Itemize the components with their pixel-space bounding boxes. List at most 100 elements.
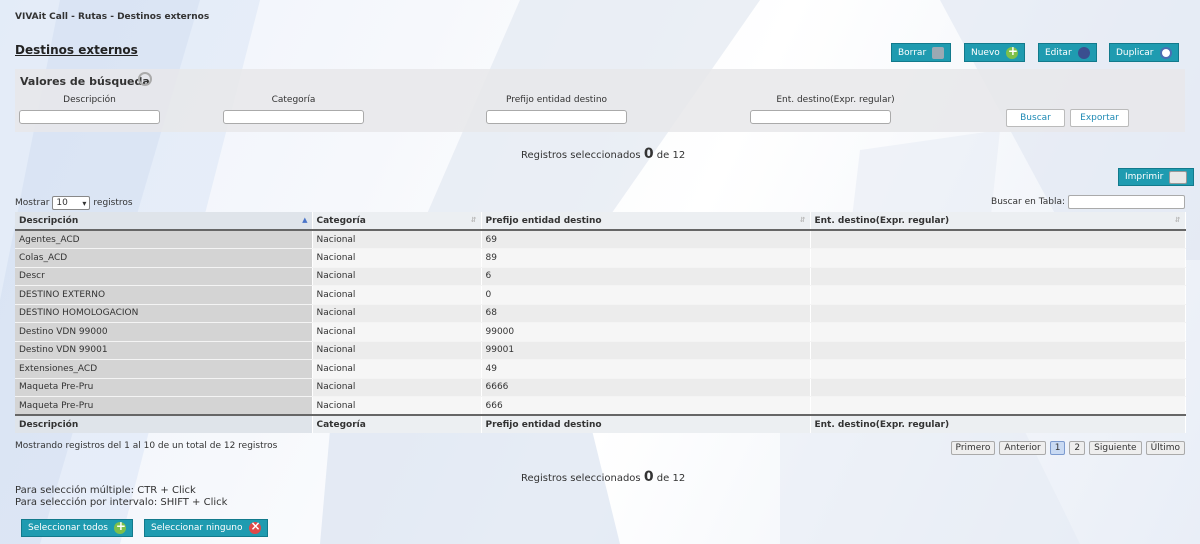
cell-prefix: 6666 [481, 378, 811, 397]
selection-prefix: Registros seleccionados [521, 150, 641, 161]
cell-category: Nacional [312, 285, 482, 305]
sort-icon: ⇵ [1174, 215, 1181, 224]
duplicate-button[interactable]: Duplicar [1109, 43, 1179, 62]
table-row[interactable]: DESTINO HOMOLOGACION Nacional 68 [15, 304, 1186, 323]
table-search: Buscar en Tabla: [991, 195, 1185, 209]
selection-of: de [656, 150, 670, 161]
select-all-button[interactable]: Seleccionar todos [21, 519, 133, 537]
selection-count: 0 [643, 146, 654, 162]
cell-regex [810, 341, 1186, 360]
delete-button-label: Borrar [898, 47, 927, 58]
footer-header-description: Descripción [15, 415, 313, 433]
cell-prefix: 0 [481, 285, 811, 305]
printer-icon [1169, 170, 1188, 184]
table-search-label: Buscar en Tabla: [991, 197, 1065, 207]
search-panel-title: Valores de búsqueda [20, 75, 150, 88]
column-header-category[interactable]: Categoría ⇵ [312, 212, 482, 230]
cell-description: Maqueta Pre-Pru [15, 378, 313, 397]
table-row[interactable]: Extensiones_ACD Nacional 49 [15, 359, 1186, 379]
page-size-select[interactable]: 10 ▾ [52, 196, 91, 210]
sort-icon: ⇵ [799, 215, 806, 224]
table-row[interactable]: Maqueta Pre-Pru Nacional 6666 [15, 378, 1186, 397]
regex-input[interactable] [750, 110, 891, 124]
search-panel: Valores de búsqueda Descripción Categorí… [15, 69, 1185, 132]
export-button[interactable]: Exportar [1070, 109, 1129, 127]
pager-next-button[interactable]: Siguiente [1089, 441, 1142, 455]
results-table: Descripción ▲ Categoría ⇵ Prefijo entidad … [15, 212, 1186, 433]
selection-counter-bottom: Registros seleccionados 0 de 12 [521, 469, 685, 485]
new-button-label: Nuevo [971, 47, 1000, 58]
table-row[interactable]: Maqueta Pre-Pru Nacional 666 [15, 396, 1186, 416]
pager-page-2[interactable]: 2 [1069, 441, 1086, 455]
page-title: Destinos externos [15, 43, 138, 57]
prefix-input[interactable] [486, 110, 627, 124]
edit-button[interactable]: Editar [1038, 43, 1097, 62]
table-row[interactable]: DESTINO EXTERNO Nacional 0 [15, 285, 1186, 305]
category-label: Categoría [271, 95, 316, 105]
table-search-input[interactable] [1068, 195, 1185, 209]
cell-prefix: 68 [481, 304, 811, 323]
cell-regex [810, 396, 1186, 416]
cell-category: Nacional [312, 322, 482, 342]
page-size-value: 10 [56, 198, 68, 208]
cell-description: Destino VDN 99000 [15, 322, 313, 342]
pager-prev-button[interactable]: Anterior [999, 441, 1046, 455]
delete-button[interactable]: Borrar [891, 43, 952, 62]
print-button[interactable]: Imprimir [1118, 168, 1195, 186]
cell-description: Maqueta Pre-Pru [15, 396, 313, 416]
description-input[interactable] [19, 110, 160, 124]
cell-description: Colas_ACD [15, 248, 313, 268]
cell-regex [810, 359, 1186, 379]
cell-description: DESTINO EXTERNO [15, 285, 313, 305]
column-header-regex[interactable]: Ent. destino(Expr. regular) ⇵ [810, 212, 1186, 230]
cell-description: Descr [15, 267, 313, 286]
table-row[interactable]: Destino VDN 99001 Nacional 99001 [15, 341, 1186, 360]
cell-category: Nacional [312, 267, 482, 286]
pager-last-button[interactable]: Último [1145, 441, 1185, 455]
help-interval-select: Para selección por intervalo: SHIFT + Cl… [15, 497, 228, 508]
cell-description: Agentes_ACD [15, 230, 313, 249]
cell-category: Nacional [312, 304, 482, 323]
cell-prefix: 49 [481, 359, 811, 379]
description-label: Descripción [63, 95, 116, 105]
pager-first-button[interactable]: Primero [950, 441, 996, 455]
category-input[interactable] [223, 110, 364, 124]
edit-button-label: Editar [1045, 47, 1072, 58]
show-label: Mostrar [15, 198, 50, 208]
footer-header-prefix: Prefijo entidad destino [481, 415, 811, 433]
cell-regex [810, 322, 1186, 342]
cell-regex [810, 378, 1186, 397]
cell-prefix: 99001 [481, 341, 811, 360]
selection-counter-top: Registros seleccionados 0 de 12 [521, 146, 685, 162]
table-row[interactable]: Destino VDN 99000 Nacional 99000 [15, 322, 1186, 342]
table-info: Mostrando registros del 1 al 10 de un to… [15, 441, 278, 451]
pagination: Primero Anterior 1 2 Siguiente Último [950, 441, 1185, 455]
column-header-prefix[interactable]: Prefijo entidad destino ⇵ [481, 212, 811, 230]
selection-count: 0 [643, 469, 654, 485]
cell-regex [810, 230, 1186, 249]
close-icon [248, 519, 261, 534]
selection-total: 12 [672, 473, 686, 484]
footer-header-category: Categoría [312, 415, 482, 433]
footer-header-regex: Ent. destino(Expr. regular) [810, 415, 1186, 433]
cell-description: Destino VDN 99001 [15, 341, 313, 360]
column-header-description[interactable]: Descripción ▲ [15, 212, 313, 230]
table-row[interactable]: Descr Nacional 6 [15, 267, 1186, 286]
page-size-control: Mostrar 10 ▾ registros [15, 196, 133, 210]
cell-category: Nacional [312, 378, 482, 397]
duplicate-button-label: Duplicar [1116, 47, 1154, 58]
cell-category: Nacional [312, 396, 482, 416]
cell-prefix: 69 [481, 230, 811, 249]
duplicate-icon [1159, 46, 1172, 59]
pager-page-1[interactable]: 1 [1049, 441, 1066, 455]
plus-icon [1005, 44, 1018, 59]
search-button[interactable]: Buscar [1006, 109, 1065, 127]
records-label: registros [93, 198, 133, 208]
select-none-button[interactable]: Seleccionar ninguno [144, 519, 268, 537]
cell-description: DESTINO HOMOLOGACION [15, 304, 313, 323]
table-row[interactable]: Colas_ACD Nacional 89 [15, 248, 1186, 268]
select-all-label: Seleccionar todos [28, 523, 108, 533]
new-button[interactable]: Nuevo [964, 43, 1025, 62]
selection-prefix: Registros seleccionados [521, 473, 641, 484]
table-row[interactable]: Agentes_ACD Nacional 69 [15, 230, 1186, 249]
